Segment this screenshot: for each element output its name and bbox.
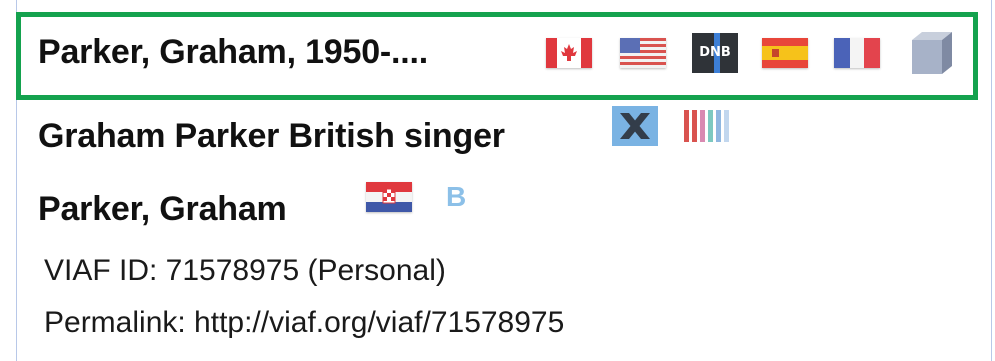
record-row-1: Parker, Graham, 1950-.... (38, 33, 428, 72)
record-name[interactable]: Parker, Graham, 1950-.... (38, 33, 428, 72)
b-label: B (446, 181, 467, 212)
permalink-row: Permalink: http://viaf.org/viaf/71578975 (44, 306, 564, 340)
spain-flag-icon[interactable] (762, 38, 808, 68)
usa-flag-icon[interactable] (620, 38, 666, 68)
france-flag-icon[interactable] (834, 38, 880, 68)
wikidata-x-icon[interactable] (612, 106, 658, 146)
record-row-3: Parker, Graham (38, 190, 287, 229)
croatia-flag-icon[interactable] (366, 182, 412, 212)
viaf-id-text: VIAF ID: 71578975 (Personal) (44, 254, 446, 287)
permalink-text[interactable]: Permalink: http://viaf.org/viaf/71578975 (44, 306, 564, 340)
barcode-icon[interactable] (684, 110, 730, 142)
record-name[interactable]: Parker, Graham (38, 190, 287, 229)
b-icon[interactable]: B (446, 180, 470, 214)
record-2-source-icons (612, 106, 730, 146)
dnb-label: DNB (699, 45, 731, 60)
record-3-source-icons: B (366, 180, 470, 214)
cube-icon[interactable] (908, 30, 954, 76)
record-name[interactable]: Graham Parker British singer (38, 117, 505, 156)
viaf-id-row: VIAF ID: 71578975 (Personal) (44, 254, 446, 288)
dnb-icon[interactable]: DNB (692, 33, 738, 73)
record-1-source-icons: DNB (546, 30, 954, 76)
canada-flag-icon[interactable] (546, 38, 592, 68)
record-row-2: Graham Parker British singer (38, 117, 505, 156)
